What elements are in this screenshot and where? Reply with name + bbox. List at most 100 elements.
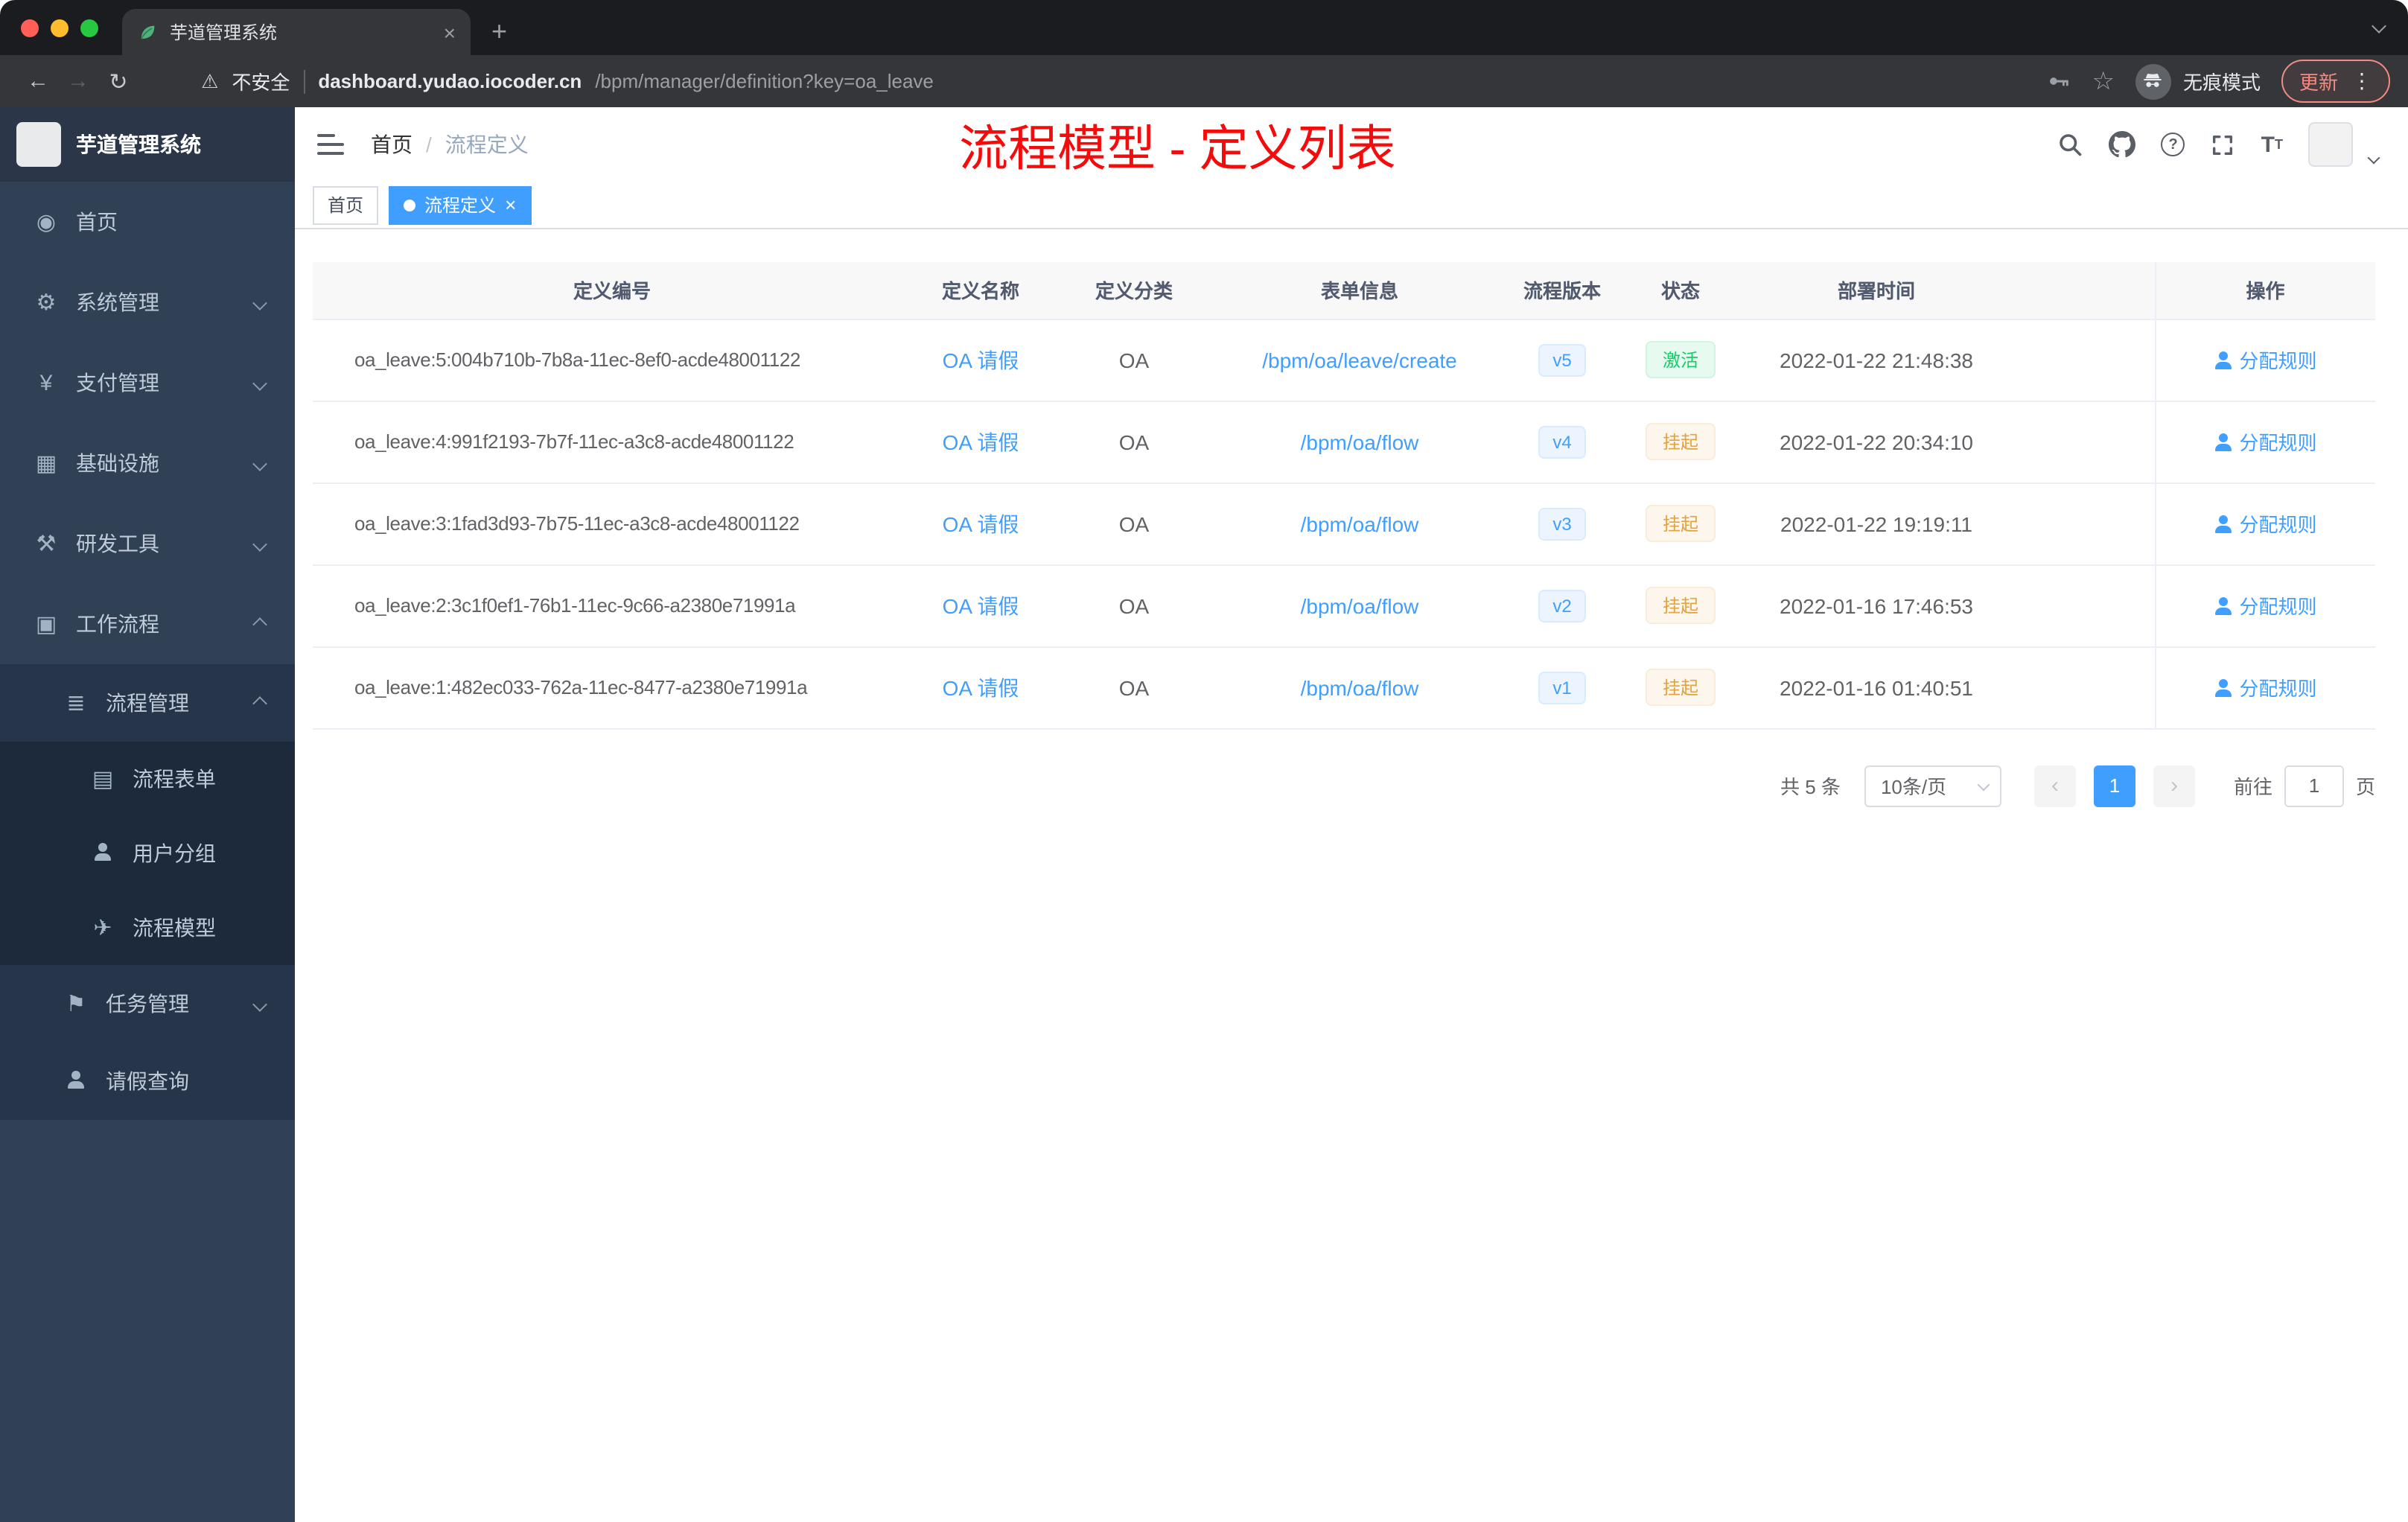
toolbar-right-cluster: ☆ 无痕模式 更新 ⋮ <box>2045 60 2390 103</box>
new-tab-button[interactable]: + <box>491 18 507 45</box>
tab-search-chevron-icon[interactable] <box>2372 19 2386 34</box>
users-icon <box>89 841 116 866</box>
chevron-up-icon <box>252 695 267 710</box>
bookmark-star-icon[interactable]: ☆ <box>2092 69 2115 94</box>
yen-icon: ¥ <box>39 370 53 395</box>
workflow-icon: ▣ <box>35 612 57 637</box>
back-icon[interactable]: ← <box>18 69 58 94</box>
form-link[interactable]: /bpm/oa/flow <box>1301 512 1419 535</box>
deploy-time: 2022-01-22 21:48:38 <box>1738 319 2015 401</box>
close-window-button[interactable] <box>21 19 39 37</box>
form-link[interactable]: /bpm/oa/flow <box>1301 430 1419 453</box>
flag-icon: ⚑ <box>66 992 86 1017</box>
sidebar-item-payment[interactable]: ¥ 支付管理 <box>0 343 295 423</box>
reload-icon[interactable]: ↻ <box>98 68 138 95</box>
tag-close-icon[interactable]: × <box>505 195 516 214</box>
version-badge: v1 <box>1538 671 1587 704</box>
person-icon <box>2214 678 2232 696</box>
sidebar-item-label: 首页 <box>76 210 118 234</box>
breadcrumb-separator: / <box>426 133 432 156</box>
sidebar-item-leave-query[interactable]: 请假查询 <box>0 1042 295 1120</box>
tab-close-icon[interactable]: × <box>444 22 456 42</box>
deploy-time: 2022-01-22 20:34:10 <box>1738 401 2015 483</box>
fullscreen-icon[interactable] <box>2211 132 2236 157</box>
sidebar-item-process-manage[interactable]: ≣ 流程管理 <box>0 664 295 742</box>
font-size-icon[interactable]: TT <box>2261 132 2283 157</box>
sidebar-item-home[interactable]: ◉ 首页 <box>0 182 295 262</box>
definition-name-link[interactable]: OA 请假 <box>943 512 1019 535</box>
breadcrumb-home[interactable]: 首页 <box>371 130 413 159</box>
brand: 芋道管理系统 <box>0 107 295 182</box>
person-icon <box>2214 433 2232 450</box>
brand-logo <box>16 122 61 167</box>
sidebar-item-label: 支付管理 <box>76 371 159 395</box>
definition-name-link[interactable]: OA 请假 <box>943 675 1019 699</box>
url-domain: dashboard.yudao.iocoder.cn <box>318 70 582 92</box>
zoom-window-button[interactable] <box>80 19 98 37</box>
breadcrumb-current: 流程定义 <box>445 133 529 156</box>
tag-label: 首页 <box>328 195 364 216</box>
gear-icon: ⚙ <box>36 290 57 316</box>
sidebar-item-system[interactable]: ⚙ 系统管理 <box>0 262 295 343</box>
assign-rule-link[interactable]: 分配规则 <box>2214 673 2316 701</box>
definition-name-link[interactable]: OA 请假 <box>943 430 1019 453</box>
minimize-window-button[interactable] <box>51 19 69 37</box>
sidebar-item-user-group[interactable]: 用户分组 <box>0 816 295 891</box>
list-icon: ≣ <box>66 691 86 716</box>
page-annotation: 流程模型 - 定义列表 <box>959 121 1396 176</box>
search-icon[interactable] <box>2057 131 2084 158</box>
form-link[interactable]: /bpm/oa/flow <box>1301 593 1419 617</box>
definition-id: oa_leave:4:991f2193-7b7f-11ec-a3c8-acde4… <box>313 401 911 483</box>
tag-home[interactable]: 首页 <box>313 185 379 224</box>
brand-title: 芋道管理系统 <box>76 133 201 156</box>
sidebar-item-label: 基础设施 <box>76 451 159 475</box>
assign-rule-link[interactable]: 分配规则 <box>2214 509 2316 538</box>
next-page-button[interactable]: › <box>2153 765 2195 806</box>
assign-rule-link[interactable]: 分配规则 <box>2214 427 2316 456</box>
assign-rule-link[interactable]: 分配规则 <box>2214 591 2316 620</box>
help-icon[interactable]: ? <box>2161 133 2185 156</box>
sidebar-item-label: 工作流程 <box>76 612 159 636</box>
avatar-caret-icon[interactable] <box>2367 143 2380 170</box>
sidebar-item-workflow[interactable]: ▣ 工作流程 <box>0 584 295 664</box>
sidebar-item-infrastructure[interactable]: ▦ 基础设施 <box>0 423 295 503</box>
github-icon[interactable] <box>2109 131 2136 158</box>
table-row: oa_leave:1:482ec033-762a-11ec-8477-a2380… <box>313 646 2375 729</box>
chevron-down-icon <box>252 375 267 390</box>
favicon-leaf-icon <box>141 25 155 39</box>
chevron-down-icon <box>252 996 267 1011</box>
forward-icon[interactable]: → <box>58 69 98 94</box>
definition-name-link[interactable]: OA 请假 <box>943 593 1019 617</box>
goto-page-input[interactable] <box>2284 765 2344 806</box>
password-key-icon[interactable] <box>2045 69 2071 94</box>
version-badge: v3 <box>1538 507 1587 540</box>
sidebar-item-process-form[interactable]: ▤ 流程表单 <box>0 742 295 816</box>
tools-icon: ⚒ <box>36 532 57 557</box>
update-button[interactable]: 更新 ⋮ <box>2281 60 2390 103</box>
assign-rule-link[interactable]: 分配规则 <box>2214 346 2316 374</box>
form-link[interactable]: /bpm/oa/flow <box>1301 675 1419 699</box>
definition-category: OA <box>1050 564 1218 647</box>
sidebar-item-devtools[interactable]: ⚒ 研发工具 <box>0 503 295 584</box>
form-link[interactable]: /bpm/oa/leave/create <box>1262 348 1457 372</box>
goto-label: 前往 <box>2233 776 2272 798</box>
page-number-button[interactable]: 1 <box>2093 765 2135 806</box>
status-badge: 挂起 <box>1646 587 1715 624</box>
pagination: 共 5 条 10条/页 ‹ 1 › 前往 页 <box>313 765 2375 806</box>
page-size-select[interactable]: 10条/页 <box>1864 765 2001 806</box>
sidebar-item-task-manage[interactable]: ⚑ 任务管理 <box>0 965 295 1042</box>
col-header: 定义名称 <box>911 262 1050 319</box>
browser-tab[interactable]: 芋道管理系统 × <box>122 9 471 55</box>
tag-process-definition[interactable]: 流程定义 × <box>389 185 532 224</box>
security-label[interactable]: 不安全 <box>232 67 290 95</box>
app-root: 芋道管理系统 ◉ 首页 ⚙ 系统管理 ¥ 支付管理 ▦ 基础设施 ⚒ 研发工具 … <box>0 107 2408 1522</box>
person-icon <box>2214 351 2232 369</box>
avatar[interactable] <box>2308 122 2353 167</box>
sidebar-item-process-model[interactable]: ✈ 流程模型 <box>0 891 295 965</box>
hamburger-icon[interactable] <box>317 134 344 155</box>
sidebar-item-label: 用户分组 <box>133 841 216 865</box>
browser-menu-dots-icon[interactable]: ⋮ <box>2351 69 2372 94</box>
address-bar[interactable]: ⚠ 不安全 dashboard.yudao.iocoder.cn/bpm/man… <box>201 67 2045 95</box>
prev-page-button[interactable]: ‹ <box>2033 765 2076 806</box>
definition-name-link[interactable]: OA 请假 <box>943 348 1019 372</box>
